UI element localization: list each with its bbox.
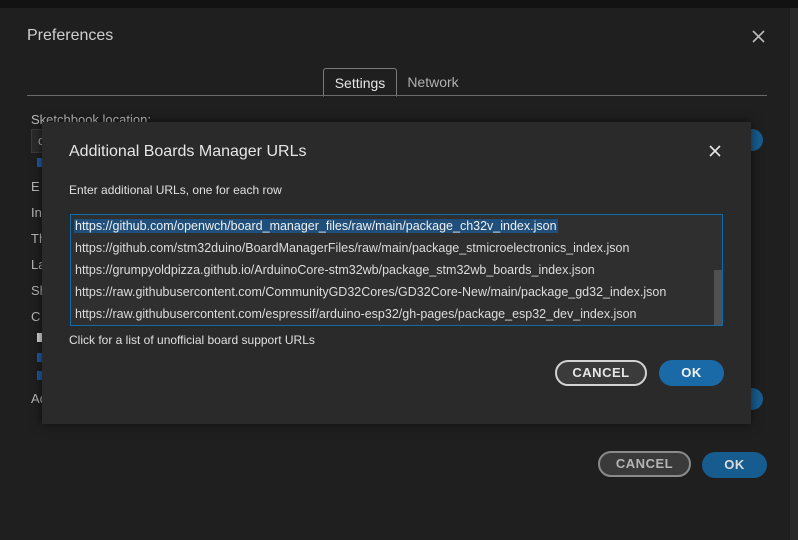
setting-label: C [31, 309, 41, 324]
dialog-instruction: Enter additional URLs, one for each row [69, 183, 282, 197]
preferences-title: Preferences [27, 27, 114, 44]
dialog-ok-button[interactable]: OK [659, 360, 724, 386]
tabs-divider [27, 95, 767, 96]
preferences-cancel-button[interactable]: CANCEL [598, 451, 691, 477]
dialog-title: Additional Boards Manager URLs [69, 143, 307, 160]
preferences-ok-button[interactable]: OK [702, 452, 767, 478]
urls-scrollbar-thumb[interactable] [714, 270, 722, 325]
preferences-close-icon[interactable] [752, 30, 765, 43]
url-line: https://grumpyoldpizza.github.io/Arduino… [75, 263, 595, 277]
url-line: https://github.com/openwch/board_manager… [74, 219, 558, 233]
unofficial-urls-link[interactable]: Click for a list of unofficial board sup… [69, 333, 315, 347]
url-line: https://github.com/stm32duino/BoardManag… [75, 241, 630, 255]
dialog-close-icon[interactable] [709, 145, 721, 157]
setting-label: In [31, 205, 42, 220]
tab-network[interactable]: Network [402, 68, 464, 96]
url-line: https://raw.githubusercontent.com/Commun… [75, 285, 667, 299]
tab-settings[interactable]: Settings [323, 68, 397, 97]
window-edge [790, 8, 798, 540]
setting-label: E [31, 179, 40, 194]
dialog-cancel-button[interactable]: CANCEL [555, 360, 647, 386]
url-line: https://raw.githubusercontent.com/espres… [75, 307, 637, 321]
boards-manager-urls-dialog: Additional Boards Manager URLs Enter add… [42, 122, 751, 424]
urls-textarea[interactable]: https://github.com/openwch/board_manager… [70, 214, 723, 326]
